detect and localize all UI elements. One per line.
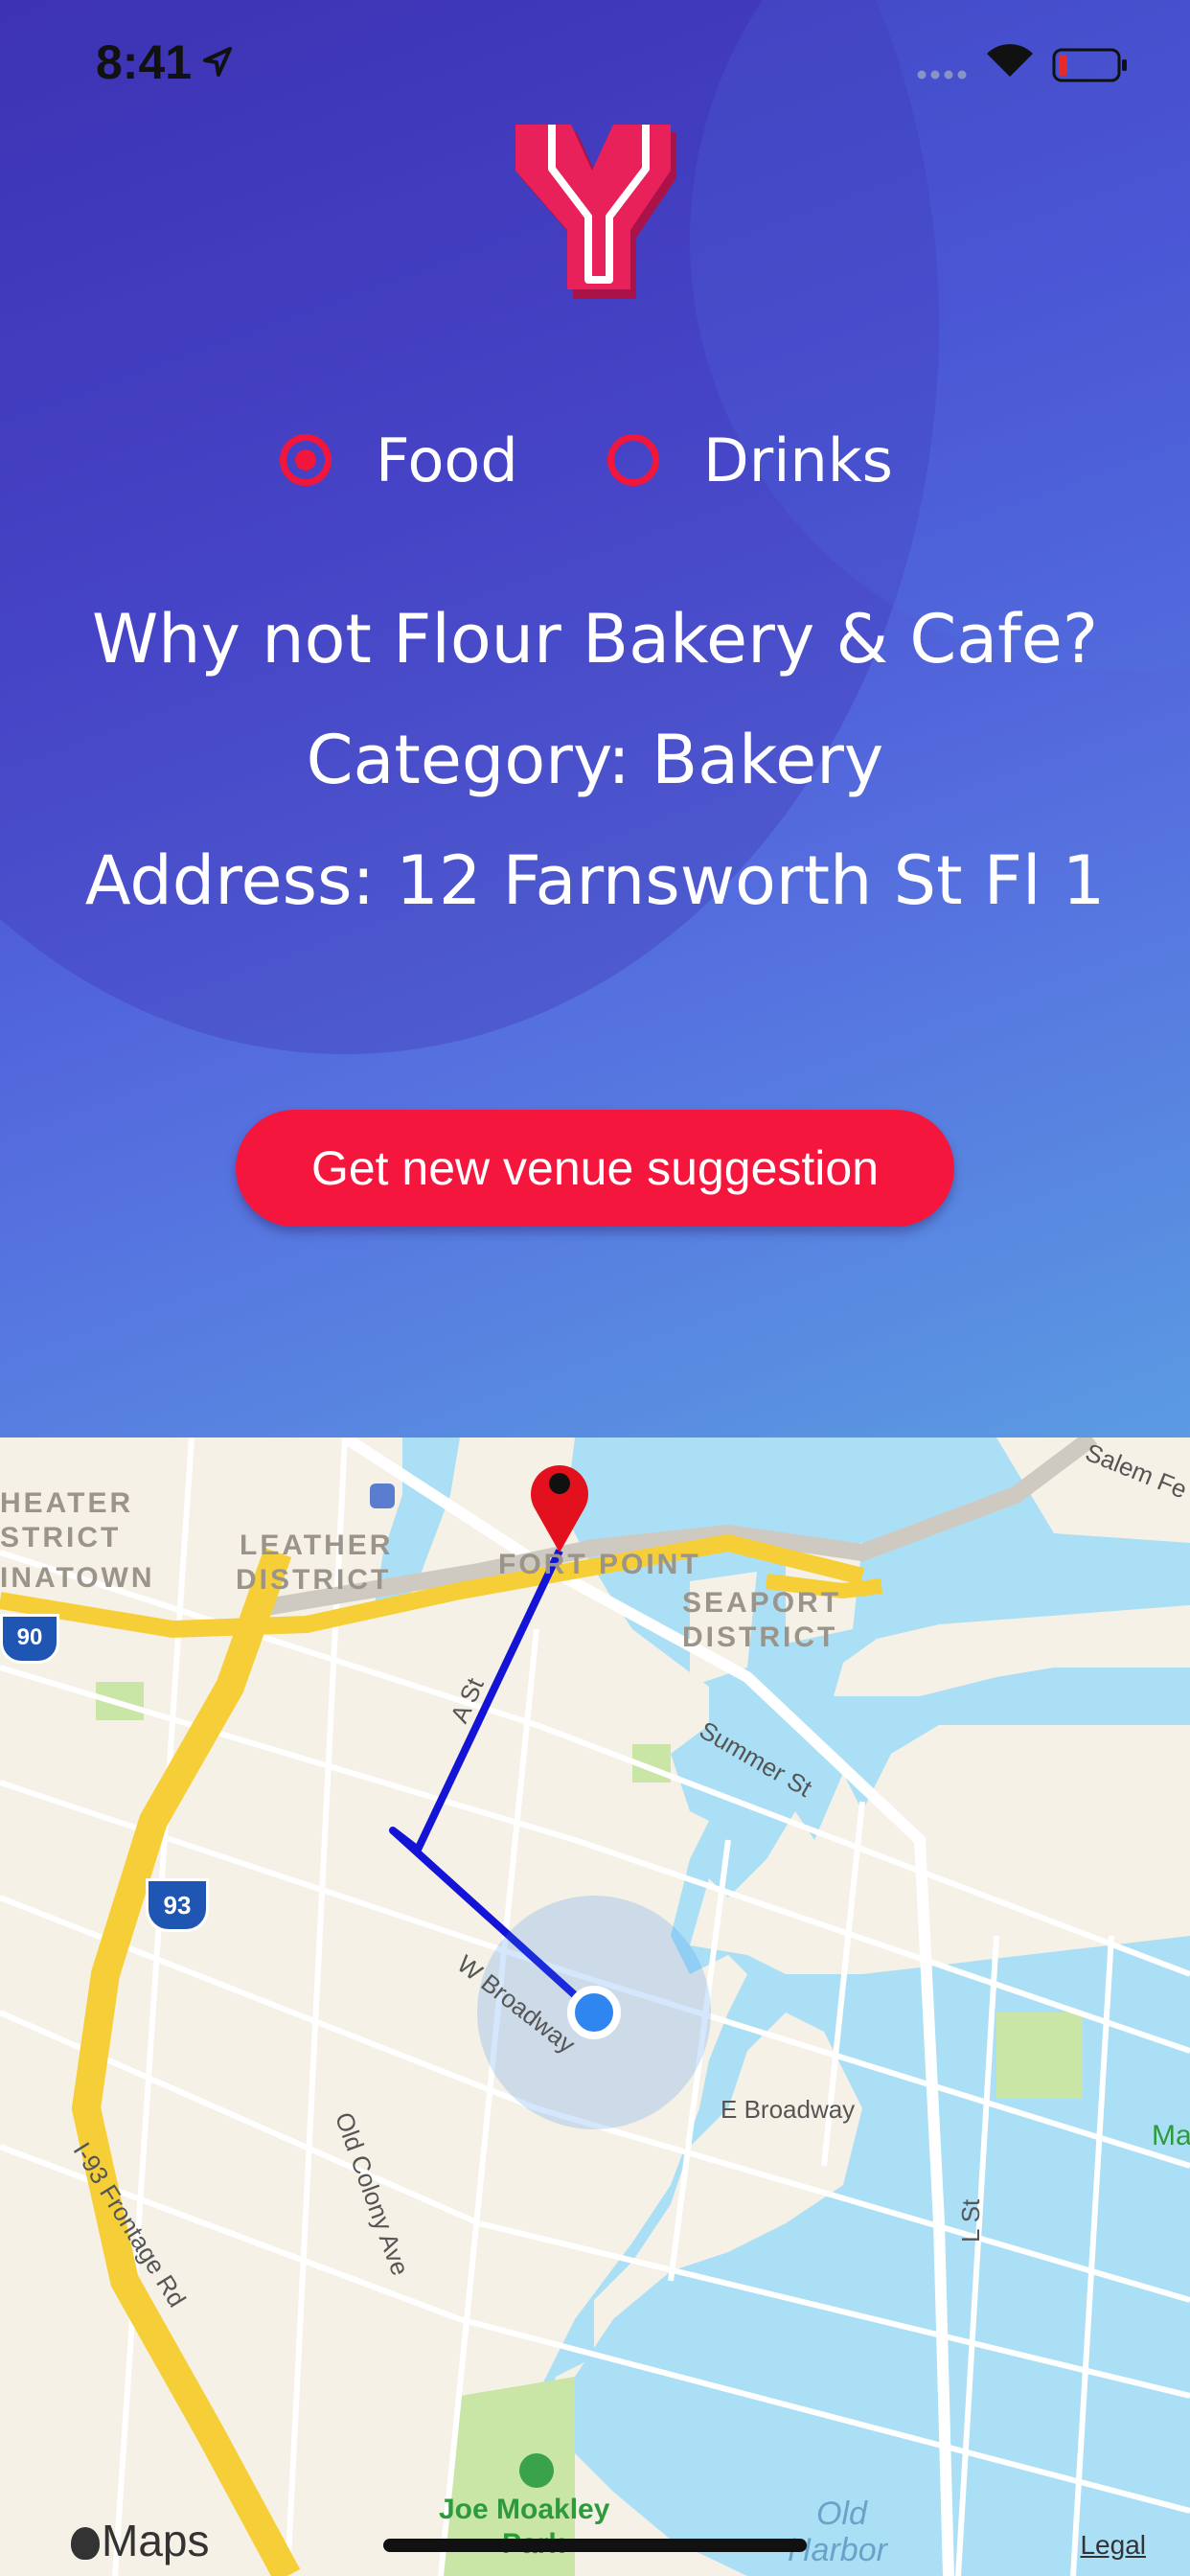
venue-headline: Why not Flour Bakery & Cafe? bbox=[91, 600, 1099, 678]
maps-provider-label: Maps bbox=[102, 2516, 210, 2565]
radio-circle-selected[interactable] bbox=[280, 434, 332, 486]
maps-logo: Maps bbox=[71, 2515, 209, 2566]
venue-category: Category: Bakery bbox=[306, 721, 884, 799]
venue-address: Address: 12 Farnsworth St Fl 1 bbox=[84, 841, 1106, 920]
status-bar: 8:41 bbox=[0, 0, 1190, 125]
location-arrow-icon bbox=[203, 47, 232, 77]
water-label: Old bbox=[816, 2496, 867, 2532]
apple-logo-icon bbox=[71, 2527, 100, 2560]
edge-place-label: Ma bbox=[1152, 2120, 1190, 2151]
district-label: SEAPORT bbox=[682, 1587, 842, 1619]
radio-circle[interactable] bbox=[607, 434, 659, 486]
map-view[interactable]: 90 93 HEATER STRICT INATOWN LEATHER DIST… bbox=[0, 1438, 1190, 2576]
transit-icon bbox=[370, 1484, 395, 1508]
district-label: HEATER bbox=[0, 1487, 134, 1519]
district-label: STRICT bbox=[0, 1522, 122, 1553]
top-panel: 8:41 Food Drinks Why not Flour Bakery & … bbox=[0, 0, 1190, 1438]
drinks-label[interactable]: Drinks bbox=[703, 426, 893, 495]
food-radio[interactable]: Food bbox=[280, 412, 518, 508]
home-indicator[interactable] bbox=[383, 2539, 807, 2552]
radio-dot bbox=[295, 449, 316, 471]
new-suggestion-button[interactable]: Get new venue suggestion bbox=[236, 1110, 954, 1227]
interstate-93-shield: 93 bbox=[146, 1878, 209, 1932]
y-logo bbox=[515, 125, 676, 299]
cellular-signal-icon bbox=[917, 70, 967, 80]
district-label: LEATHER bbox=[240, 1530, 394, 1561]
status-time: 8:41 bbox=[96, 35, 193, 89]
street-label: L St bbox=[956, 2198, 985, 2242]
park-area bbox=[996, 2012, 1083, 2099]
park-icon bbox=[519, 2453, 554, 2488]
park-label: Joe Moakley bbox=[439, 2494, 610, 2525]
battery-low-icon bbox=[1052, 48, 1127, 82]
legal-link[interactable]: Legal bbox=[1080, 2530, 1146, 2561]
district-label: INATOWN bbox=[0, 1562, 155, 1594]
district-label: DISTRICT bbox=[682, 1622, 838, 1653]
district-label: DISTRICT bbox=[236, 1564, 392, 1596]
destination-pin-icon[interactable] bbox=[521, 1449, 598, 1554]
drinks-radio[interactable]: Drinks bbox=[607, 412, 893, 508]
district-label: FORT POINT bbox=[498, 1549, 701, 1580]
street-label: E Broadway bbox=[721, 2095, 856, 2124]
wifi-icon bbox=[987, 44, 1033, 77]
food-label[interactable]: Food bbox=[376, 426, 518, 495]
interstate-90-shield: 90 bbox=[0, 1614, 59, 1664]
venue-type-selector: Food Drinks bbox=[0, 412, 1190, 508]
